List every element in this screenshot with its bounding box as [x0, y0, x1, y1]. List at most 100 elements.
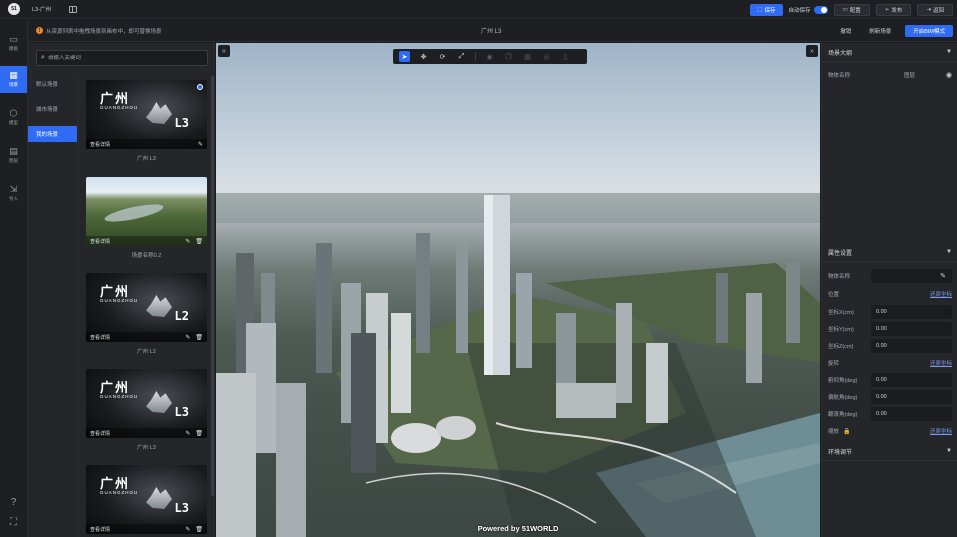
refresh-scene-button[interactable]: 刷新场景	[865, 27, 895, 35]
edit-icon[interactable]: ✎	[198, 141, 203, 148]
roll-input[interactable]: 0.00	[871, 407, 952, 421]
scene-thumbnail[interactable]: 广州 GUANGZHOU L2 查看详情 ✎ 🗑	[86, 273, 207, 342]
yaw-input[interactable]: 0.00	[871, 390, 952, 404]
view-detail-link[interactable]: 查看详情	[90, 238, 110, 245]
fullscreen-icon[interactable]: ⛶	[7, 516, 20, 529]
scale-tool-icon[interactable]: ⤢	[456, 51, 467, 62]
copy-tool-icon[interactable]: ❐	[503, 51, 514, 62]
align-tool-icon[interactable]: ▥	[522, 51, 533, 62]
view-detail-link[interactable]: 查看详情	[90, 526, 110, 533]
top-bar: 51 L3-广州 ⬚ 保存 自动保存 ▭ 配置 ➢ 发布 ⇥ 返回	[0, 0, 957, 19]
edit-icon[interactable]: ✎	[185, 430, 190, 437]
caret-down-icon: ▼	[946, 49, 952, 55]
scene-thumbnail[interactable]: 广州 GUANGZHOU L3 查看详情 ✎ 🗑	[86, 465, 207, 534]
view-detail-link[interactable]: 查看详情	[90, 430, 110, 437]
props-header[interactable]: 属性设置 ▼	[822, 243, 957, 262]
name-field[interactable]: ✎	[871, 269, 952, 283]
category-default[interactable]: 默认场景	[28, 76, 77, 92]
delete-icon[interactable]: 🗑	[195, 238, 203, 245]
scene-card-title: 广州 L3	[137, 156, 156, 162]
top-actions: ⬚ 保存 自动保存 ▭ 配置 ➢ 发布 ⇥ 返回	[750, 3, 953, 16]
config-button[interactable]: ▭ 配置	[833, 3, 870, 16]
bim-mode-button[interactable]: 开启BIM模式	[905, 24, 953, 37]
back-button[interactable]: ⇥ 返回	[917, 3, 953, 16]
rail-item-template[interactable]: ▭ 模板	[0, 30, 27, 57]
help-icon[interactable]: ?	[7, 496, 20, 509]
thumb-footer: 查看详情 ✎ 🗑	[86, 524, 207, 534]
logo[interactable]: 51	[0, 0, 28, 19]
collapse-left-icon[interactable]: «	[218, 45, 230, 57]
outline-header[interactable]: 场景大纲 ▼	[822, 43, 957, 62]
move-tool-icon[interactable]: ✥	[418, 51, 429, 62]
send-icon: ➢	[884, 6, 890, 13]
exit-icon: ⇥	[926, 6, 931, 13]
scene-card-title: 场景名称0.2	[131, 253, 162, 259]
edit-icon[interactable]: ✎	[185, 526, 190, 533]
edit-icon[interactable]: ✎	[185, 238, 190, 245]
lock-icon[interactable]: 🔒	[843, 428, 850, 435]
z-input[interactable]: 0.00	[871, 339, 952, 353]
category-city[interactable]: 城市场景	[28, 101, 77, 117]
view-detail-link[interactable]: 查看详情	[90, 334, 110, 341]
rail-label: 模型	[9, 120, 18, 125]
reset-scale-link[interactable]: 还原坐标	[930, 427, 952, 435]
scene-card[interactable]: 广州 GUANGZHOU L3 查看详情 ✎ 🗑 广州 L3	[86, 369, 207, 451]
back-label: 返回	[932, 7, 944, 14]
rotation-label: 旋转	[828, 361, 840, 367]
publish-button[interactable]: ➢ 发布	[875, 3, 912, 16]
panel-scrollbar[interactable]	[211, 76, 214, 496]
env-header[interactable]: 环境调节 ▼	[822, 442, 957, 461]
pitch-input[interactable]: 0.00	[871, 373, 952, 387]
search-input[interactable]	[47, 55, 198, 61]
properties-panel: 场景大纲 ▼ 物体名称 图层 ◉ 属性设置 ▼ 物体名称 ✎ 位置 还原坐标 坐标X…	[821, 43, 957, 537]
city-icon: ▦	[9, 70, 18, 80]
edit-icon[interactable]: ✎	[940, 272, 946, 280]
layout-icon[interactable]	[68, 5, 77, 13]
delete-icon[interactable]: 🗑	[195, 334, 203, 341]
app-root: 51 L3-广州 ⬚ 保存 自动保存 ▭ 配置 ➢ 发布 ⇥ 返回 ! 从资源列表中拖拽…	[0, 0, 957, 537]
scene-card[interactable]: 广州 GUANGZHOU L3 查看详情 ✎ 🗑	[86, 465, 207, 534]
thumb-city-en: GUANGZHOU	[100, 394, 139, 399]
scene-bar: ! 从资源列表中拖拽场景到画布中，即可替换场景 广州 L3 撤销 刷新场景 开启…	[28, 20, 957, 42]
x-input[interactable]: 0.00	[871, 305, 952, 319]
rail-item-scene[interactable]: ▦ 场景	[0, 66, 27, 93]
scene-thumbnail[interactable]: 广州 GUANGZHOU L3 查看详情 ✎ 🗑	[86, 369, 207, 438]
roll-label: 翻滚角(deg)	[828, 412, 858, 418]
scene-card[interactable]: 广州 GUANGZHOU L2 查看详情 ✎ 🗑 广州 L2	[86, 273, 207, 355]
rail-item-model[interactable]: ⬡ 模型	[0, 104, 27, 131]
category-mine[interactable]: 我的场景	[28, 126, 77, 142]
scene-viewport[interactable]: « » ➤ ✥ ⟳ ⤢ ◉ ❐ ▥ ◎ ▯ Powered by 51WORLD	[216, 43, 820, 537]
delete-tool-icon[interactable]: ▯	[560, 51, 571, 62]
scene-card[interactable]: 查看详情 ✎ 🗑 场景名称0.2	[86, 177, 207, 259]
collapse-right-icon[interactable]: »	[806, 45, 818, 57]
y-input[interactable]: 0.00	[871, 322, 952, 336]
edit-icon[interactable]: ✎	[185, 334, 190, 341]
y-label: 坐标Y(cm)	[828, 327, 854, 333]
scene-thumbnail[interactable]: 查看详情 ✎ 🗑	[86, 177, 207, 246]
reset-rotation-link[interactable]: 还原坐标	[930, 359, 952, 367]
outline-item[interactable]: 物体名称 图层 ◉	[822, 68, 957, 82]
position-label: 位置	[828, 292, 840, 298]
position-row: 位置 还原坐标	[822, 287, 957, 301]
name-label: 物体名称	[828, 274, 851, 280]
save-button[interactable]: ⬚ 保存	[750, 3, 783, 16]
rotate-tool-icon[interactable]: ⟳	[437, 51, 448, 62]
visibility-tool-icon[interactable]: ◎	[541, 51, 552, 62]
focus-tool-icon[interactable]: ◉	[484, 51, 495, 62]
reset-position-link[interactable]: 还原坐标	[930, 290, 952, 298]
view-detail-link[interactable]: 查看详情	[90, 141, 110, 148]
delete-icon[interactable]: 🗑	[195, 430, 203, 437]
scene-thumbnail[interactable]: 广州 GUANGZHOU L3 查看详情 ✎	[86, 80, 207, 149]
thumb-city-en: GUANGZHOU	[100, 490, 139, 495]
select-tool-icon[interactable]: ➤	[399, 51, 410, 62]
publish-label: 发布	[891, 7, 903, 14]
outline-title: 场景大纲	[828, 50, 853, 57]
rail-label: 场景	[9, 82, 18, 87]
rail-item-layer[interactable]: ▤ 图层	[0, 142, 27, 169]
scene-card[interactable]: 广州 GUANGZHOU L3 查看详情 ✎ 广州 L3	[86, 80, 207, 162]
delete-icon[interactable]: 🗑	[195, 526, 203, 533]
autosave-toggle[interactable]	[813, 5, 828, 14]
undo-button[interactable]: 撤销	[836, 27, 855, 35]
rail-item-import[interactable]: ⇲ 导入	[0, 180, 27, 207]
eye-icon[interactable]: ◉	[946, 71, 952, 79]
